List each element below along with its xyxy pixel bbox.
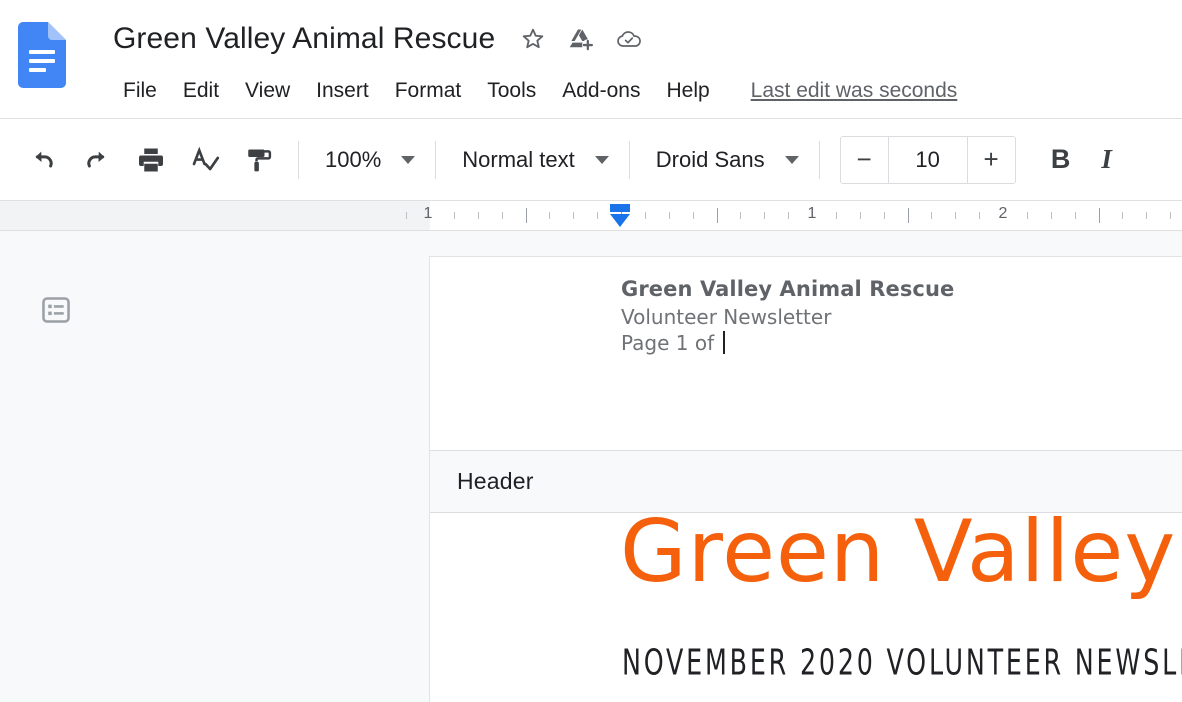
ruler-tick xyxy=(764,212,765,219)
ruler-number: 1 xyxy=(807,205,817,222)
ruler-tick xyxy=(884,212,885,219)
docs-file-icon[interactable] xyxy=(18,22,66,88)
ruler-tick xyxy=(955,212,956,219)
page-body[interactable]: Green Valley NOVEMBER 2020 VOLUNTEER NEW… xyxy=(430,513,1182,702)
ruler-tick xyxy=(931,212,932,219)
zoom-value: 100% xyxy=(325,146,382,172)
menu-item-help[interactable]: Help xyxy=(653,79,722,103)
ruler-tick xyxy=(549,212,550,219)
ruler-tick xyxy=(740,212,741,219)
increase-font-size-button[interactable]: + xyxy=(966,136,1015,183)
ruler-tick xyxy=(406,212,407,219)
title-icon-group xyxy=(520,26,642,52)
move-to-drive-icon[interactable] xyxy=(568,26,594,52)
ruler-tick xyxy=(1170,212,1171,219)
font-dropdown[interactable]: Droid Sans xyxy=(642,137,807,183)
ruler-tick xyxy=(1051,212,1052,219)
decrease-font-size-button[interactable]: − xyxy=(840,136,889,183)
ruler-tick xyxy=(1146,212,1147,219)
ruler-tick xyxy=(1075,212,1076,219)
font-size-input[interactable]: 10 xyxy=(888,136,967,183)
ruler-tick xyxy=(597,212,598,219)
document-outline-icon[interactable] xyxy=(39,293,73,327)
paint-format-icon[interactable] xyxy=(236,137,282,183)
title-row: Green Valley Animal Rescue xyxy=(113,16,642,62)
font-size-stepper: − 10 + xyxy=(839,135,1016,184)
ruler-tick xyxy=(908,208,909,223)
ruler-tick xyxy=(502,212,503,219)
ruler-tick xyxy=(979,212,980,219)
font-value: Droid Sans xyxy=(655,146,765,172)
header-line-title: Green Valley Animal Rescue xyxy=(621,277,955,301)
star-icon[interactable] xyxy=(520,26,546,52)
ruler-tick xyxy=(1027,212,1028,219)
bold-button[interactable]: B xyxy=(1038,137,1084,183)
ruler-tick xyxy=(573,212,574,219)
page-header-area[interactable]: Green Valley Animal Rescue Volunteer New… xyxy=(430,257,1182,450)
header-line-page: Page 1 of xyxy=(621,330,1161,356)
paragraph-style-value: Normal text xyxy=(462,146,575,172)
toolbar: 100% Normal text Droid Sans − 10 + B I xyxy=(0,118,1182,200)
document-title[interactable]: Green Valley Animal Rescue xyxy=(113,22,495,56)
ruler-tick xyxy=(669,212,670,219)
redo-icon[interactable] xyxy=(74,137,120,183)
ruler-tick xyxy=(836,212,837,219)
ruler-number: 2 xyxy=(998,205,1008,222)
undo-icon[interactable] xyxy=(20,137,66,183)
left-indent-marker[interactable] xyxy=(606,203,634,231)
toolbar-divider-3 xyxy=(628,140,630,179)
text-cursor xyxy=(722,331,725,355)
menu-item-edit[interactable]: Edit xyxy=(170,79,232,103)
ruler-page-area xyxy=(430,201,1182,230)
ruler-tick xyxy=(1099,208,1100,223)
header-band-label: Header xyxy=(457,468,534,494)
paragraph-style-dropdown[interactable]: Normal text xyxy=(448,137,616,183)
toolbar-divider-2 xyxy=(435,140,437,179)
ruler-tick xyxy=(788,212,789,219)
toolbar-divider-4 xyxy=(818,140,820,179)
last-edit-link[interactable]: Last edit was seconds xyxy=(751,79,958,103)
menu-item-tools[interactable]: Tools xyxy=(474,79,549,103)
menu-item-insert[interactable]: Insert xyxy=(303,79,382,103)
menu-item-view[interactable]: View xyxy=(232,79,303,103)
ruler-tick xyxy=(645,212,646,219)
ruler-tick xyxy=(693,212,694,219)
google-docs-window: Green Valley Animal Rescue File Edit Vie… xyxy=(0,0,1182,702)
ruler-tick xyxy=(860,212,861,219)
brand-title: Green Valley xyxy=(620,513,1177,602)
spellcheck-icon[interactable] xyxy=(182,137,228,183)
ruler-tick xyxy=(526,208,527,223)
menu-item-file[interactable]: File xyxy=(110,79,170,103)
ruler[interactable]: 1 1 2 xyxy=(0,200,1182,231)
print-icon[interactable] xyxy=(128,137,174,183)
zoom-dropdown[interactable]: 100% xyxy=(311,137,423,183)
document-page[interactable]: Green Valley Animal Rescue Volunteer New… xyxy=(430,257,1182,702)
newsletter-subtitle: NOVEMBER 2020 VOLUNTEER NEWSLETTER xyxy=(622,641,1182,684)
menu-item-addons[interactable]: Add-ons xyxy=(549,79,653,103)
chevron-down-icon xyxy=(784,155,799,164)
toolbar-divider-1 xyxy=(298,140,299,179)
ruler-tick xyxy=(454,212,455,219)
menu-item-format[interactable]: Format xyxy=(382,79,475,103)
ruler-tick xyxy=(717,208,718,223)
top-bar: Green Valley Animal Rescue File Edit Vie… xyxy=(0,0,1182,118)
cloud-saved-icon[interactable] xyxy=(616,26,642,52)
header-text-block[interactable]: Green Valley Animal Rescue Volunteer New… xyxy=(621,276,1161,357)
header-page-text: Page 1 of xyxy=(621,331,721,356)
chevron-down-icon xyxy=(401,155,416,164)
document-workspace: Green Valley Animal Rescue Volunteer New… xyxy=(0,231,1182,702)
ruler-number: 1 xyxy=(423,205,433,222)
chevron-down-icon xyxy=(594,155,609,164)
ruler-tick xyxy=(478,212,479,219)
italic-button[interactable]: I xyxy=(1084,137,1130,183)
header-line-subtitle: Volunteer Newsletter xyxy=(621,304,832,329)
menu-bar: File Edit View Insert Format Tools Add-o… xyxy=(110,72,957,110)
header-section-label-band: Header xyxy=(430,450,1182,513)
ruler-tick xyxy=(1122,212,1123,219)
